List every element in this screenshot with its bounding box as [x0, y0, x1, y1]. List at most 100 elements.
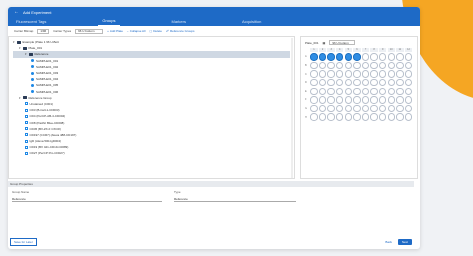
plate-well[interactable] — [336, 87, 344, 95]
plate-well[interactable] — [361, 53, 370, 61]
plate-well[interactable] — [404, 79, 413, 87]
plate-well[interactable] — [310, 113, 318, 121]
plate-well[interactable] — [404, 96, 413, 104]
plate-well[interactable] — [370, 87, 378, 95]
plate-well[interactable] — [379, 61, 387, 70]
plate-well[interactable] — [361, 104, 370, 113]
plate-well[interactable] — [387, 104, 395, 113]
plate-well[interactable] — [353, 113, 361, 121]
plate-well[interactable] — [310, 53, 318, 61]
carrier-types-select[interactable]: 96 U bottom — [75, 28, 104, 34]
plate-well[interactable] — [327, 53, 335, 61]
plate-well[interactable] — [336, 113, 344, 121]
plate-well[interactable] — [344, 96, 352, 104]
plate-well[interactable] — [353, 79, 361, 87]
plate-well[interactable] — [353, 87, 361, 95]
plate-well[interactable] — [404, 61, 413, 70]
plate-well[interactable] — [379, 96, 387, 104]
plate-well[interactable] — [344, 113, 352, 121]
plate-well[interactable] — [344, 53, 352, 61]
plate-well[interactable] — [336, 79, 344, 87]
plate-well[interactable] — [396, 87, 404, 95]
plate-well[interactable] — [370, 79, 378, 87]
tree-scrollbar[interactable] — [291, 38, 293, 178]
chevron-down-icon[interactable]: ▾ — [13, 40, 15, 44]
back-arrow-icon[interactable]: ← — [14, 9, 19, 15]
plate-well[interactable] — [353, 104, 361, 113]
tree-node[interactable]: CD27 (PerCP Pro-CD027) — [13, 150, 290, 156]
plate-well[interactable] — [336, 53, 344, 61]
plate-well[interactable] — [318, 96, 327, 104]
plate-well[interactable] — [336, 70, 344, 78]
next-button[interactable]: Next — [397, 239, 412, 245]
reference-groups-button[interactable]: ☍ Reference Groups — [166, 29, 195, 33]
plate-well[interactable] — [370, 96, 378, 104]
plate-well[interactable] — [361, 96, 370, 104]
plate-well[interactable] — [327, 104, 335, 113]
plate-well[interactable] — [387, 53, 395, 61]
plate-well[interactable] — [353, 96, 361, 104]
collapse-all-button[interactable]: − Collapse All — [127, 29, 145, 33]
plate-well[interactable] — [396, 96, 404, 104]
plate-well[interactable] — [404, 113, 413, 121]
back-button[interactable]: Back — [385, 240, 392, 244]
plate-well[interactable] — [379, 53, 387, 61]
plate-well[interactable] — [396, 70, 404, 78]
add-plate-button[interactable]: + Add Plate — [107, 29, 123, 33]
plate-well[interactable] — [404, 104, 413, 113]
plate-well[interactable] — [379, 70, 387, 78]
plate-well[interactable] — [353, 61, 361, 70]
plate-well[interactable] — [387, 96, 395, 104]
plate-well[interactable] — [387, 87, 395, 95]
carrier-bitmap-select[interactable]: 1/96 — [37, 28, 50, 34]
delete-button[interactable]: ▢ Delete — [149, 29, 162, 33]
plate-well[interactable] — [344, 61, 352, 70]
plate-well[interactable] — [396, 104, 404, 113]
tab-acquisition[interactable]: Acquisition — [238, 19, 265, 26]
plate-well[interactable] — [387, 79, 395, 87]
chevron-down-icon[interactable]: ▾ — [19, 96, 21, 100]
plate-well[interactable] — [404, 70, 413, 78]
plate-well[interactable] — [396, 79, 404, 87]
plate-well[interactable] — [310, 104, 318, 113]
plate-well[interactable] — [327, 87, 335, 95]
tab-markers[interactable]: Markers — [168, 19, 190, 26]
plate-well[interactable] — [344, 87, 352, 95]
plate-well[interactable] — [404, 87, 413, 95]
plate-well[interactable] — [318, 61, 327, 70]
tab-groups[interactable]: Groups — [98, 18, 120, 26]
plate-well[interactable] — [379, 113, 387, 121]
plate-well[interactable] — [396, 53, 404, 61]
chevron-down-icon[interactable]: ▾ — [25, 52, 27, 56]
plate-well[interactable] — [353, 53, 361, 61]
plate-well[interactable] — [370, 104, 378, 113]
plate-well[interactable] — [370, 61, 378, 70]
plate-well[interactable] — [336, 61, 344, 70]
plate-well[interactable] — [379, 79, 387, 87]
plate-well[interactable] — [396, 61, 404, 70]
plate-well[interactable] — [336, 104, 344, 113]
plate-well[interactable] — [361, 87, 370, 95]
plate-well[interactable] — [344, 104, 352, 113]
plate-well[interactable] — [387, 61, 395, 70]
plate-well[interactable] — [318, 79, 327, 87]
plate-well[interactable] — [361, 113, 370, 121]
plate-carrier-select[interactable]: 96 U bottom — [329, 40, 356, 45]
plate-well[interactable] — [318, 70, 327, 78]
plate-well[interactable] — [318, 113, 327, 121]
plate-well[interactable] — [327, 79, 335, 87]
plate-well[interactable] — [370, 70, 378, 78]
plate-well[interactable] — [310, 70, 318, 78]
plate-well[interactable] — [318, 87, 327, 95]
plate-well[interactable] — [344, 79, 352, 87]
plate-well[interactable] — [387, 113, 395, 121]
plate-well[interactable] — [327, 113, 335, 121]
plate-well[interactable] — [353, 70, 361, 78]
plate-well[interactable] — [361, 79, 370, 87]
plate-well[interactable] — [327, 61, 335, 70]
plate-well[interactable] — [310, 79, 318, 87]
plate-well[interactable] — [310, 96, 318, 104]
chevron-down-icon[interactable]: ▾ — [19, 46, 21, 50]
plate-well[interactable] — [387, 70, 395, 78]
plate-well[interactable] — [379, 104, 387, 113]
